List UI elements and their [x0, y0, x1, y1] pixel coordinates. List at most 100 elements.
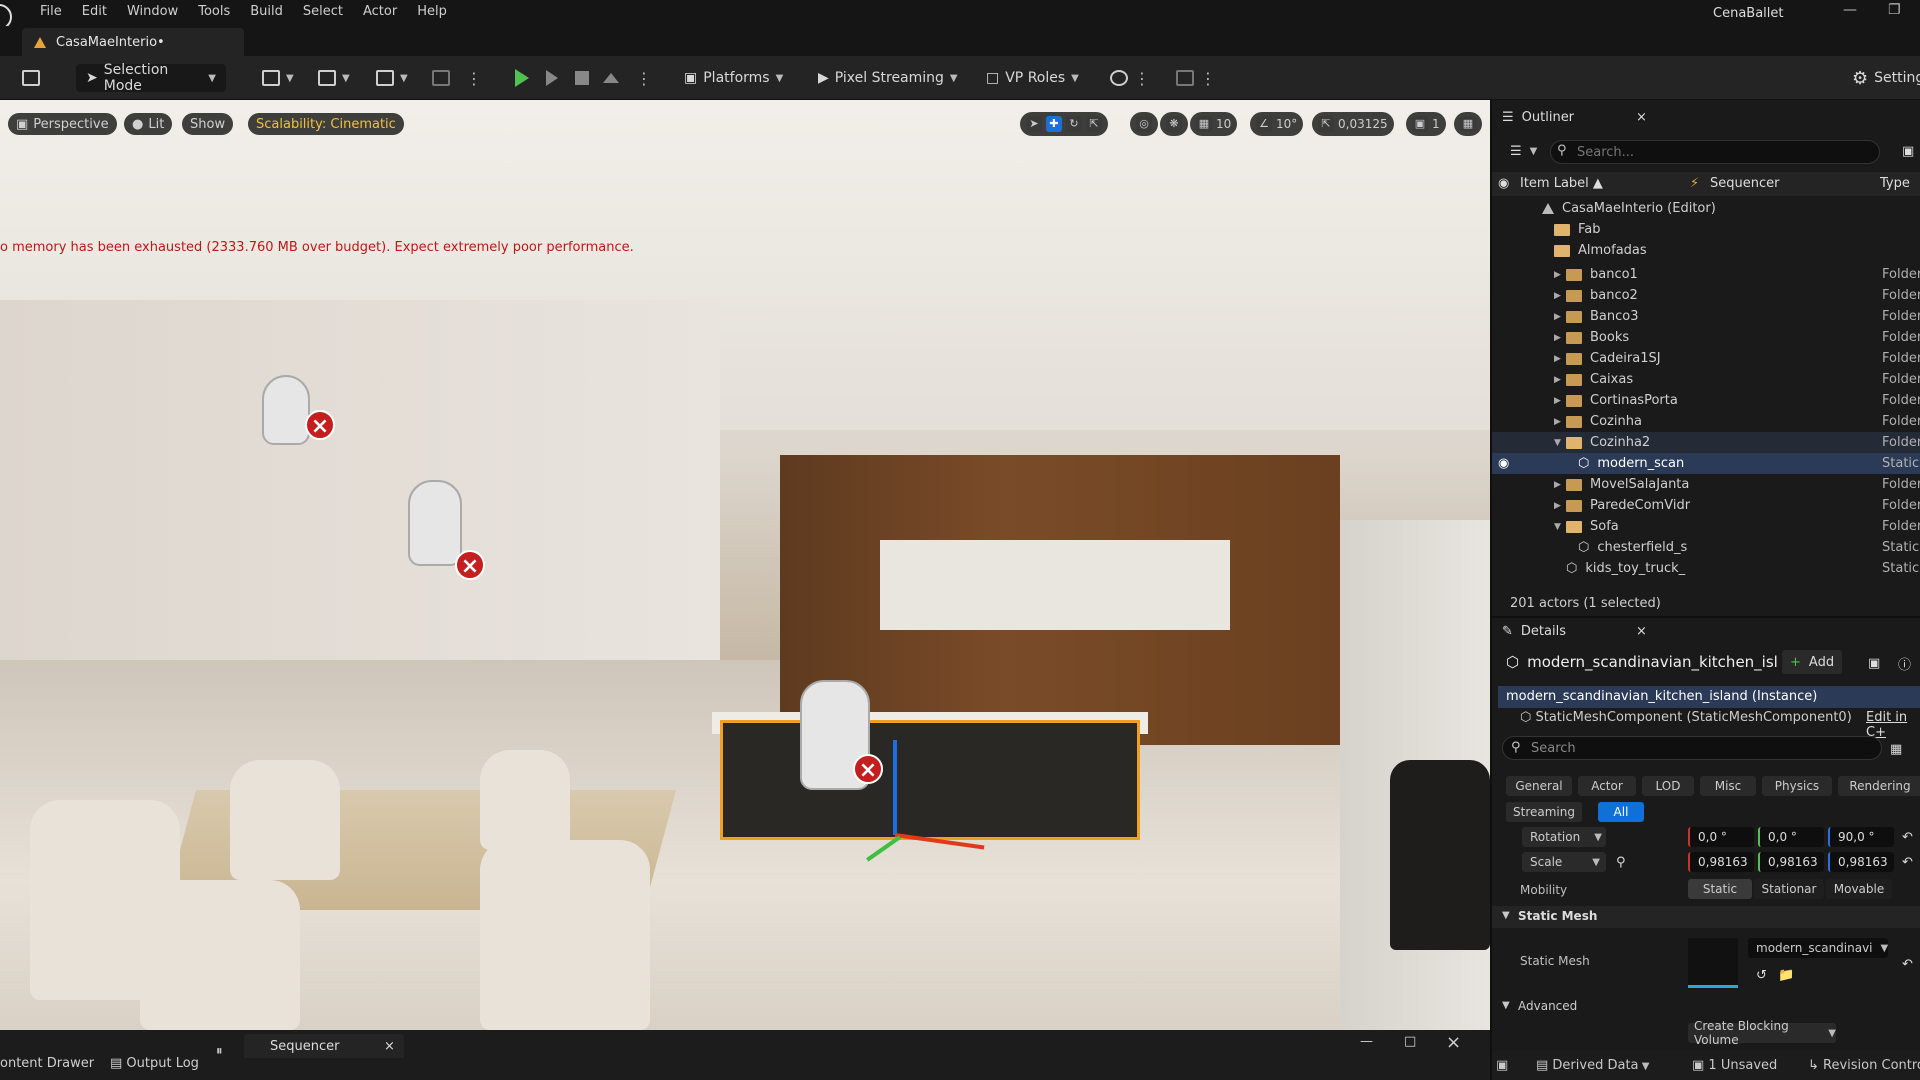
static-mesh-component-row[interactable]: ⬡ StaticMeshComponent (StaticMeshCompone…	[1520, 710, 1852, 725]
outliner-search-input[interactable]	[1551, 141, 1831, 163]
vp-roles-dropdown[interactable]: □ VP Roles ▼	[986, 64, 1079, 92]
details-tab[interactable]: ✎ Details	[1502, 618, 1566, 644]
add-component-button[interactable]: + Add	[1782, 650, 1843, 674]
launch-icon[interactable]: ⋮	[1176, 64, 1216, 92]
show-button[interactable]: Show	[182, 113, 234, 135]
platforms-dropdown[interactable]: ▣ Platforms ▼	[684, 64, 783, 92]
eject-button[interactable]	[603, 64, 619, 92]
tree-row[interactable]: ▶ Banco3 Folder	[1492, 306, 1920, 327]
filter-rendering[interactable]: Rendering	[1838, 776, 1920, 796]
pause-icon[interactable]: ⏸	[216, 1044, 223, 1059]
rotation-x-field[interactable]: 0,0 °	[1688, 827, 1754, 847]
filter-misc[interactable]: Misc	[1700, 776, 1756, 796]
rotation-dropdown[interactable]: Rotation ▼	[1522, 827, 1606, 847]
translate-tool-icon[interactable]: ✚	[1046, 116, 1062, 132]
lit-button[interactable]: ● Lit	[124, 113, 173, 135]
tree-row[interactable]: ▶ MovelSalaJanta Folder	[1492, 474, 1920, 495]
tree-row[interactable]: ▶ Caixas Folder	[1492, 369, 1920, 390]
scale-tool-icon[interactable]: ⇱	[1086, 116, 1102, 132]
rotation-snap-toggle[interactable]: ∠ 10°	[1250, 112, 1304, 136]
close-icon[interactable]: ×	[1636, 104, 1647, 130]
tree-row[interactable]: ▼ Cozinha2 Folder	[1492, 432, 1920, 453]
filter-icon[interactable]: ☰ ▼	[1510, 138, 1537, 164]
use-selected-icon[interactable]: ↺	[1756, 962, 1767, 988]
revision-control-button[interactable]: ↳ Revision Contro	[1808, 1058, 1920, 1073]
tree-row[interactable]: ▶ Cadeira1SJ Folder	[1492, 348, 1920, 369]
play-options-icon[interactable]: ⋮	[636, 64, 652, 92]
browse-icon[interactable]: 📁	[1778, 962, 1794, 988]
world-space-icon[interactable]: ◎	[1130, 112, 1158, 136]
gizmo-z-axis[interactable]	[893, 740, 897, 835]
blueprint-icon[interactable]: ▼	[318, 64, 350, 92]
details-search[interactable]: ⚲ Search	[1502, 736, 1882, 760]
surface-snap-icon[interactable]: ❋	[1160, 112, 1188, 136]
restore-icon[interactable]: ❐	[1888, 2, 1901, 18]
derived-data-button[interactable]: ▤ Derived Data ▼	[1536, 1058, 1649, 1073]
outliner-search[interactable]: ⚲	[1550, 140, 1880, 164]
filter-streaming[interactable]: Streaming	[1506, 802, 1582, 822]
scale-z-field[interactable]: 0,98163	[1828, 852, 1894, 872]
advanced-section-header[interactable]: ▼ Advanced	[1492, 996, 1920, 1018]
play-frame-button[interactable]	[546, 64, 558, 92]
pixel-streaming-dropdown[interactable]: ▶ Pixel Streaming ▼	[818, 64, 958, 92]
menu-build[interactable]: Build	[240, 4, 293, 19]
mobility-static[interactable]: Static	[1688, 879, 1752, 899]
select-tool-icon[interactable]: ➤	[1026, 116, 1042, 132]
menu-window[interactable]: Window	[117, 4, 188, 19]
close-icon[interactable]: ×	[1636, 618, 1647, 644]
scale-snap-toggle[interactable]: ⇱ 0,03125	[1312, 112, 1394, 136]
add-actor-icon[interactable]: ▼	[262, 64, 294, 92]
settings-button[interactable]: ⚙ Settings	[1852, 64, 1920, 92]
close-panel-icon[interactable]: ×	[1446, 1032, 1461, 1053]
filter-all[interactable]: All	[1598, 802, 1644, 822]
mesh-thumbnail[interactable]	[1688, 938, 1738, 988]
selection-mode-dropdown[interactable]: ➤ Selection Mode ▼	[76, 62, 226, 94]
tree-row[interactable]: ▶ CortinasPorta Folder	[1492, 390, 1920, 411]
filter-lod[interactable]: LOD	[1642, 776, 1694, 796]
unsaved-button[interactable]: ▣ 1 Unsaved	[1692, 1058, 1777, 1073]
rotation-z-field[interactable]: 90,0 °	[1828, 827, 1894, 847]
content-drawer-button[interactable]: ontent Drawer	[0, 1056, 94, 1071]
tree-root[interactable]: CasaMaeInterio (Editor)	[1492, 198, 1920, 219]
help-icon[interactable]: ⓘ	[1898, 650, 1911, 676]
menu-tools[interactable]: Tools	[188, 4, 240, 19]
tree-row[interactable]: ▶ Cozinha Folder	[1492, 411, 1920, 432]
selected-kitchen-island[interactable]	[720, 720, 1140, 840]
reset-icon[interactable]: ↶	[1902, 951, 1913, 977]
reset-icon[interactable]: ↶	[1902, 849, 1913, 875]
level-tab[interactable]: CasaMaeInterio•	[22, 28, 244, 56]
blueprint-icon[interactable]: ▣	[1868, 650, 1880, 676]
rotation-y-field[interactable]: 0,0 °	[1758, 827, 1824, 847]
mobility-movable[interactable]: Movable	[1826, 879, 1892, 899]
rotate-tool-icon[interactable]: ↻	[1066, 116, 1082, 132]
cinematics-icon[interactable]: ▼	[376, 64, 408, 92]
tree-row[interactable]: Fab	[1492, 219, 1920, 240]
reset-icon[interactable]: ↶	[1902, 824, 1913, 850]
tree-row[interactable]: ⬡chesterfield_sStaticM	[1492, 537, 1920, 558]
menu-select[interactable]: Select	[293, 4, 353, 19]
create-blocking-volume-dropdown[interactable]: Create Blocking Volume ▼	[1688, 1019, 1836, 1047]
grid-view-icon[interactable]: ▦	[1890, 736, 1902, 762]
output-log-button[interactable]: ▤ Output Log	[110, 1056, 199, 1071]
menu-help[interactable]: Help	[407, 4, 457, 19]
eye-icon[interactable]: ◉	[1498, 456, 1509, 471]
trace-icon[interactable]: ▣	[1496, 1058, 1508, 1073]
save-icon[interactable]	[22, 64, 40, 92]
component-instance-row[interactable]: modern_scandinavian_kitchen_island (Inst…	[1498, 686, 1920, 708]
filter-physics[interactable]: Physics	[1762, 776, 1832, 796]
mobility-stationary[interactable]: Stationar	[1754, 879, 1824, 899]
tree-row[interactable]: ▶ ParedeComVidr Folder	[1492, 495, 1920, 516]
light-actor-icon[interactable]	[408, 480, 462, 566]
scale-y-field[interactable]: 0,98163	[1758, 852, 1824, 872]
minimize-panel-icon[interactable]: —	[1360, 1034, 1373, 1049]
tree-row[interactable]: ▶ banco2 Folder	[1492, 285, 1920, 306]
sequencer-tab[interactable]: Sequencer ×	[244, 1034, 404, 1058]
scalability-button[interactable]: Scalability: Cinematic	[248, 113, 404, 135]
menu-file[interactable]: File	[30, 4, 72, 19]
tree-row[interactable]: ▶ Books Folder	[1492, 327, 1920, 348]
eye-icon[interactable]: ◉	[1498, 176, 1509, 191]
tree-row[interactable]: ⬡kids_toy_truck_StaticM	[1492, 558, 1920, 579]
grid-snap-toggle[interactable]: ▦ 10	[1190, 112, 1238, 136]
menu-edit[interactable]: Edit	[72, 4, 117, 19]
col-sequencer[interactable]: Sequencer	[1710, 176, 1779, 191]
